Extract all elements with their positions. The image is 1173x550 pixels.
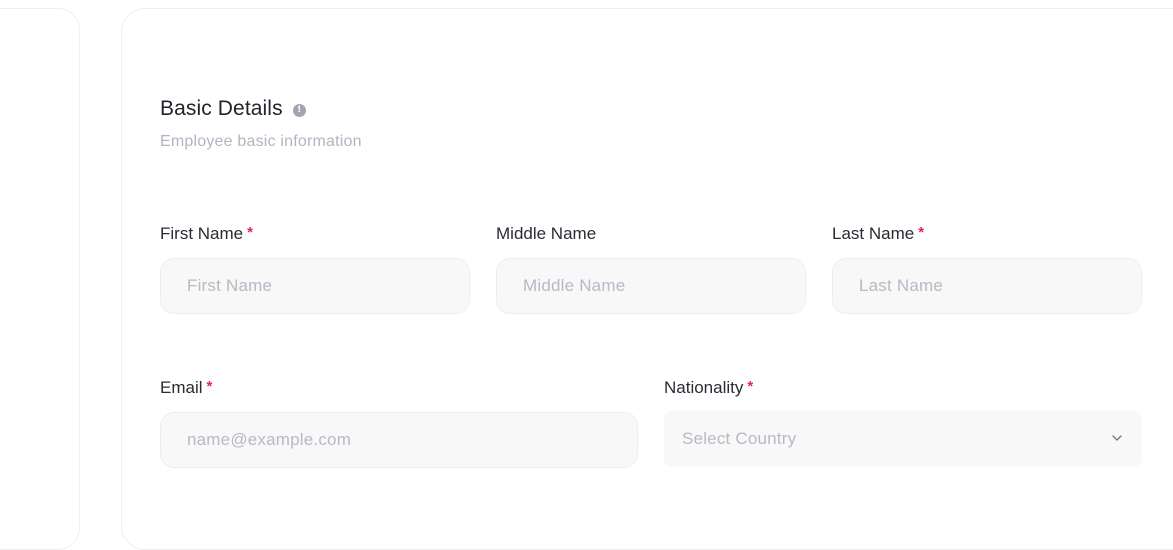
nationality-placeholder: Select Country: [682, 429, 797, 448]
last-name-input[interactable]: Last Name: [832, 258, 1142, 314]
email-placeholder: name@example.com: [187, 430, 352, 449]
middle-name-label-text: Middle Name: [496, 224, 597, 243]
last-name-label: Last Name *: [832, 223, 924, 245]
side-panel: [0, 8, 80, 550]
first-name-label-text: First Name: [160, 224, 244, 243]
section-header: Basic Details !: [160, 94, 306, 124]
email-label: Email *: [160, 377, 212, 399]
nationality-label-text: Nationality: [664, 378, 744, 397]
section-title: Basic Details: [160, 97, 283, 120]
required-marker: *: [918, 223, 925, 241]
chevron-down-icon: [1112, 435, 1122, 441]
first-name-placeholder: First Name: [187, 276, 273, 295]
section-subtitle: Employee basic information: [160, 133, 362, 150]
middle-name-input[interactable]: Middle Name: [496, 258, 806, 314]
middle-name-label: Middle Name: [496, 223, 596, 245]
first-name-input[interactable]: First Name: [160, 258, 470, 314]
middle-name-placeholder: Middle Name: [523, 276, 626, 295]
required-marker: *: [206, 377, 213, 395]
nationality-label: Nationality *: [664, 377, 753, 399]
email-input[interactable]: name@example.com: [160, 412, 638, 468]
last-name-label-text: Last Name: [832, 224, 915, 243]
email-label-text: Email: [160, 378, 203, 397]
first-name-label: First Name *: [160, 223, 253, 245]
required-marker: *: [747, 377, 754, 395]
last-name-placeholder: Last Name: [859, 276, 944, 295]
info-icon[interactable]: !: [292, 103, 306, 117]
required-marker: *: [247, 223, 253, 241]
nationality-select[interactable]: Select Country: [664, 411, 1142, 467]
